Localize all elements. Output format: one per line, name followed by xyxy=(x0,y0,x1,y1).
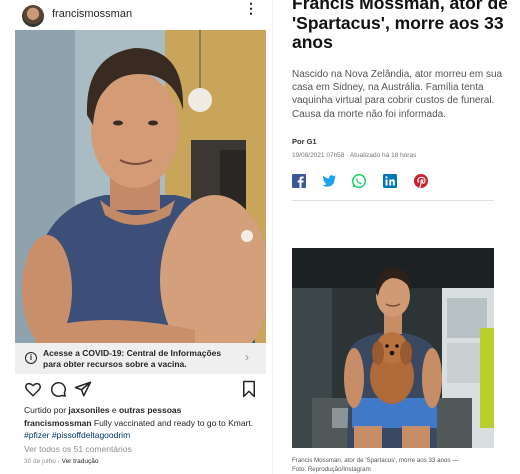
translate-link[interactable]: · Ver tradução xyxy=(58,458,99,465)
article-source: Por G1 xyxy=(292,137,317,146)
divider xyxy=(272,0,273,474)
avatar[interactable] xyxy=(22,5,44,27)
liked-by-join: e xyxy=(109,405,119,415)
instagram-post: francismossman ⋮ i Acesse a COVID-19: Ce… xyxy=(0,0,272,474)
article-headline: Francis Mossman, ator de 'Spartacus', mo… xyxy=(292,0,508,52)
liked-by-user[interactable]: jaxsoniles xyxy=(68,405,109,415)
info-icon: i xyxy=(25,352,37,364)
article-photo[interactable] xyxy=(292,248,494,448)
caption-text: Fully vaccinated and ready to go to Kmar… xyxy=(91,418,254,428)
bookmark-icon[interactable] xyxy=(240,380,258,398)
post-caption: francismossman Fully vaccinated and read… xyxy=(24,418,253,428)
whatsapp-icon[interactable] xyxy=(351,173,367,189)
photo-credit: Foto: Reprodução/Instagram xyxy=(292,466,371,473)
chevron-right-icon: › xyxy=(245,350,249,364)
pinterest-icon[interactable] xyxy=(413,173,429,189)
view-comments-link[interactable]: Ver todos os 51 comentários xyxy=(24,444,132,454)
liked-by-others[interactable]: outras pessoas xyxy=(119,405,181,415)
post-date-text: 30 de julho xyxy=(24,458,56,465)
caption-username[interactable]: francismossman xyxy=(24,418,92,428)
article-lead: Nascido na Nova Zelândia, ator morreu em… xyxy=(292,69,503,120)
twitter-icon[interactable] xyxy=(321,173,337,189)
photo-caption: Francis Mossman, ator de 'Spartacus', mo… xyxy=(292,457,459,464)
share-icon[interactable] xyxy=(74,380,92,398)
liked-by-text: Curtido por jaxsoniles e outras pessoas xyxy=(24,405,181,415)
covid-info-banner[interactable]: i Acesse a COVID-19: Central de Informaç… xyxy=(15,343,266,374)
post-photo-illustration xyxy=(15,30,266,343)
liked-by-prefix: Curtido por xyxy=(24,405,69,415)
covid-banner-line2: para obter recursos sobre a vacina. xyxy=(43,359,187,369)
facebook-icon[interactable] xyxy=(291,173,307,189)
separator-line xyxy=(292,200,494,201)
post-date: 30 de julho · Ver tradução xyxy=(24,458,98,465)
linkedin-icon[interactable] xyxy=(382,173,398,189)
comment-icon[interactable] xyxy=(49,380,67,398)
article-datetime: 19/08/2021 07h58 · Atualizado há 18 hora… xyxy=(292,152,417,159)
post-username[interactable]: francismossman xyxy=(52,8,132,20)
covid-banner-line1: Acesse a COVID-19: Central de Informaçõe… xyxy=(43,348,222,358)
heart-icon[interactable] xyxy=(24,380,42,398)
post-photo[interactable] xyxy=(15,30,266,343)
hashtags[interactable]: #pfizer #pissoffdeltagoodrim xyxy=(24,430,130,440)
article-photo-illustration xyxy=(292,248,494,448)
more-options-icon[interactable]: ⋮ xyxy=(244,1,258,15)
